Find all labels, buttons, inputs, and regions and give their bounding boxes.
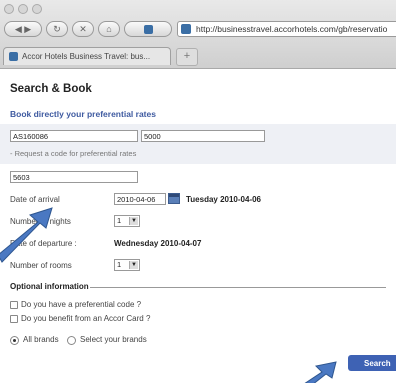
arrow-to-search-icon	[304, 361, 337, 383]
arrow-to-nights-icon	[0, 207, 53, 263]
annotation-arrows	[0, 207, 337, 383]
